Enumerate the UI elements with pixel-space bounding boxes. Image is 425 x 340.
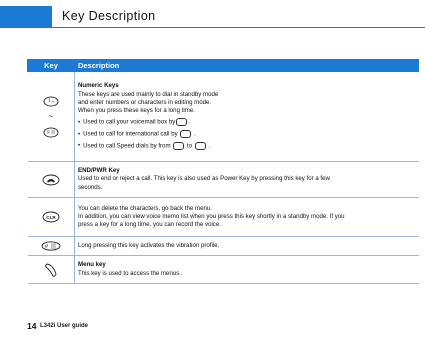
description-title: END/PWR Key [78, 167, 120, 175]
description-cell: You can delete the characters, go back t… [74, 197, 419, 237]
table-row: END/PWR Key Used to end or reject a call… [27, 161, 419, 198]
svg-text:CLR: CLR [46, 215, 56, 220]
description-cell: Long pressing this key activates the vib… [74, 236, 419, 256]
bullet-text: Used to call Speed dials by from [83, 142, 171, 150]
table-header-row: Key Description [27, 59, 419, 72]
description-line: Used to end or reject a call. This key i… [78, 175, 330, 183]
key-cell: CLR [27, 197, 75, 237]
hash-vibration-key-icon: # [31, 241, 72, 251]
clear-key-icon: CLR [31, 211, 72, 223]
bullet-end: . [188, 118, 190, 126]
description-line: This key is used to access the menus . [78, 269, 183, 277]
key-cell: # [27, 236, 75, 256]
table-row: CLR You can delete the characters, go ba… [27, 197, 419, 237]
key-1-voicemail-icon: 1 [43, 95, 59, 107]
key-description-table: Key Description 1 ~ 9 Numeric Keys These… [27, 59, 419, 284]
end-pwr-key-icon [31, 174, 72, 186]
key-9-icon: 9 [43, 126, 59, 138]
bullet-item: Used to call for international call by . [78, 130, 416, 139]
inline-key-1-icon [176, 118, 188, 127]
description-line: These keys are used mainly to dial in st… [78, 90, 219, 98]
inline-key-2-icon [173, 141, 185, 150]
description-line: You can delete the characters, go back t… [78, 204, 212, 212]
page-number: 14 [27, 321, 37, 331]
inline-key-9-icon [194, 141, 206, 150]
description-cell: END/PWR Key Used to end or reject a call… [74, 161, 419, 198]
bullet-text: Used to call your voicemail box by [83, 118, 176, 126]
bullet-text: Used to call for international call by [83, 130, 178, 138]
page-title: Key Description [62, 9, 156, 23]
description-line: seconds. [78, 183, 103, 191]
description-line: When you press these keys for a long tim… [78, 106, 195, 114]
description-line: Long pressing this key activates the vib… [78, 241, 220, 249]
bullet-end: . [194, 130, 196, 138]
description-title: Menu key [78, 261, 106, 269]
description-line: In addition, you can view voice memo lis… [78, 212, 345, 220]
table-row: 1 ~ 9 Numeric Keys These keys are used m… [27, 71, 419, 162]
table-row: # Long pressing this key activates the v… [27, 236, 419, 256]
key-cell [27, 161, 75, 198]
bullet-mid: to [186, 142, 193, 150]
header-rule [52, 27, 425, 28]
key-cell [27, 255, 75, 284]
page-header: Key Description [0, 0, 425, 30]
description-line: and enter numbers or characters in editi… [78, 98, 212, 106]
inline-key-0-icon [180, 130, 192, 138]
table-row: Menu key This key is used to access the … [27, 255, 419, 284]
key-cell: 1 ~ 9 [27, 71, 75, 162]
column-header-description: Description [74, 59, 419, 72]
bullet-item: Used to call your voicemail box by. [78, 118, 416, 127]
bullet-end: . [208, 142, 211, 150]
description-cell: Menu key This key is used to access the … [74, 255, 419, 284]
description-cell: Numeric Keys These keys are used mainly … [74, 71, 419, 162]
guide-name: L342i User guide [40, 323, 89, 329]
menu-key-icon [31, 262, 72, 278]
column-header-key: Key [27, 59, 75, 72]
header-tab [0, 6, 52, 28]
description-title: Numeric Keys [78, 82, 119, 90]
range-tilde: ~ [48, 111, 54, 121]
bullet-item: Used to call Speed dials by from to . [78, 141, 416, 151]
description-line: press a key for a long time, you can rec… [78, 221, 221, 229]
